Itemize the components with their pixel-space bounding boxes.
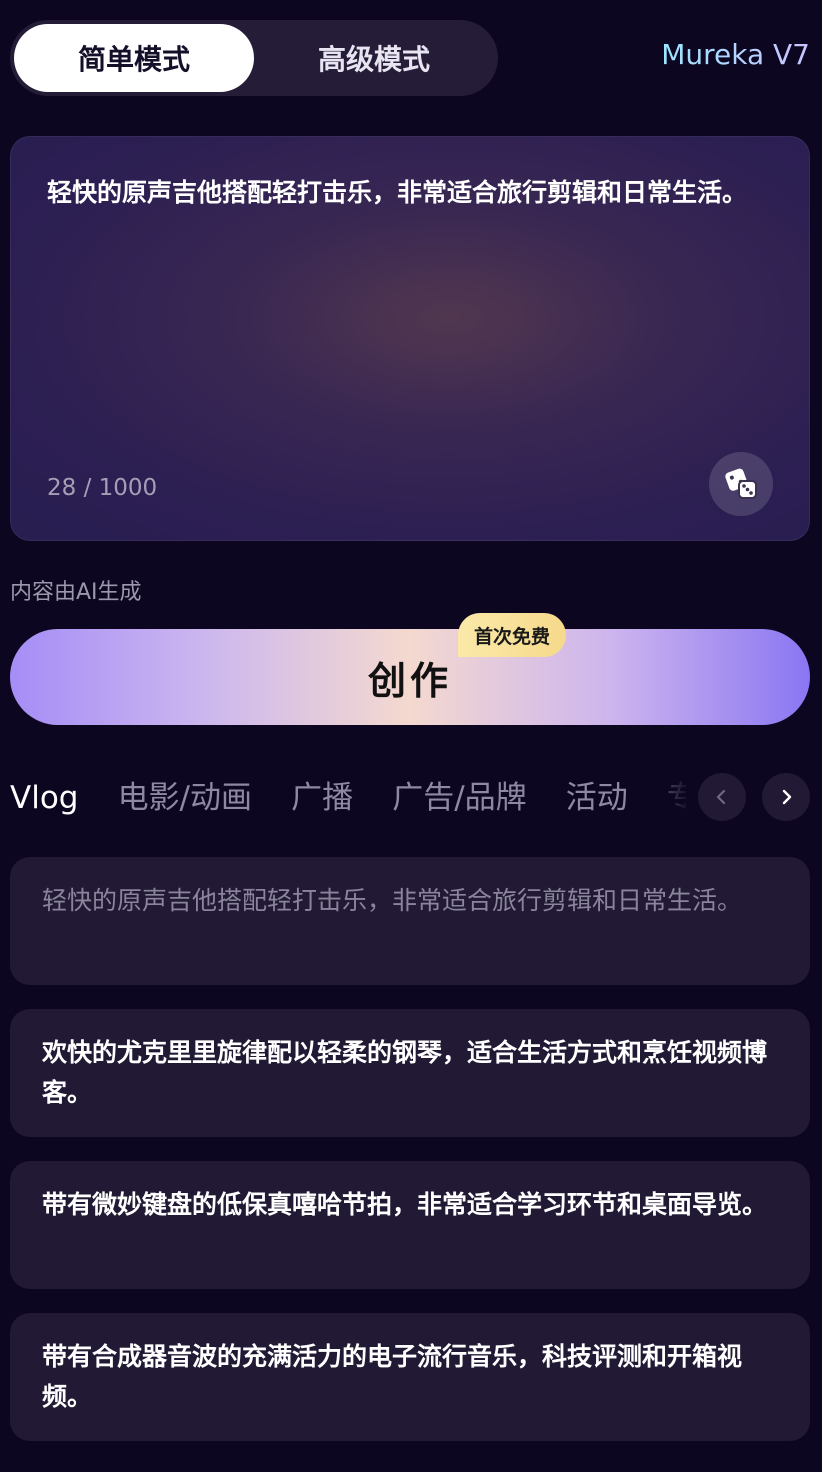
tabs-fade — [640, 762, 690, 832]
chevron-left-icon — [716, 789, 726, 805]
prompt-input-card[interactable]: 轻快的原声吉他搭配轻打击乐，非常适合旅行剪辑和日常生活。 28 / 1000 — [10, 136, 810, 541]
create-button-label: 创作 — [367, 658, 452, 703]
tab-film-animation[interactable]: 电影/动画 — [118, 762, 252, 828]
mode-switch: 简单模式 高级模式 — [10, 20, 498, 96]
ai-generated-note: 内容由AI生成 — [10, 580, 142, 605]
chevron-right-icon — [782, 789, 792, 805]
category-tabs: Vlog 电影/动画 广播 广告/品牌 活动 专 — [10, 762, 686, 832]
advanced-mode-button[interactable]: 高级模式 — [254, 24, 494, 92]
prompt-textarea[interactable]: 轻快的原声吉他搭配轻打击乐，非常适合旅行剪辑和日常生活。 — [47, 173, 779, 213]
tab-event[interactable]: 活动 — [566, 762, 628, 828]
suggestion-card[interactable]: 带有合成器音波的充满活力的电子流行音乐，科技评测和开箱视频。 — [10, 1313, 810, 1441]
simple-mode-button[interactable]: 简单模式 — [14, 24, 254, 92]
model-version-label[interactable]: Mureka V7 — [661, 38, 810, 71]
suggestion-card[interactable]: 带有微妙键盘的低保真嘻哈节拍，非常适合学习环节和桌面导览。 — [10, 1161, 810, 1289]
tab-radio[interactable]: 广播 — [291, 762, 353, 828]
tabs-next-button[interactable] — [762, 773, 810, 821]
suggestion-card[interactable]: 欢快的尤克里里旋律配以轻柔的钢琴，适合生活方式和烹饪视频博客。 — [10, 1009, 810, 1137]
random-prompt-button[interactable] — [709, 452, 773, 516]
tabs-prev-button[interactable] — [698, 773, 746, 821]
tab-vlog[interactable]: Vlog — [10, 770, 78, 832]
free-first-time-badge: 首次免费 — [458, 613, 567, 657]
create-button[interactable]: 创作 — [10, 629, 810, 725]
char-counter: 28 / 1000 — [47, 475, 158, 501]
dice-icon — [725, 468, 757, 499]
suggestion-card[interactable]: 轻快的原声吉他搭配轻打击乐，非常适合旅行剪辑和日常生活。 — [10, 857, 810, 985]
music-create-page: 简单模式 高级模式 Mureka V7 轻快的原声吉他搭配轻打击乐，非常适合旅行… — [0, 0, 822, 1472]
tab-ad-brand[interactable]: 广告/品牌 — [392, 762, 526, 828]
